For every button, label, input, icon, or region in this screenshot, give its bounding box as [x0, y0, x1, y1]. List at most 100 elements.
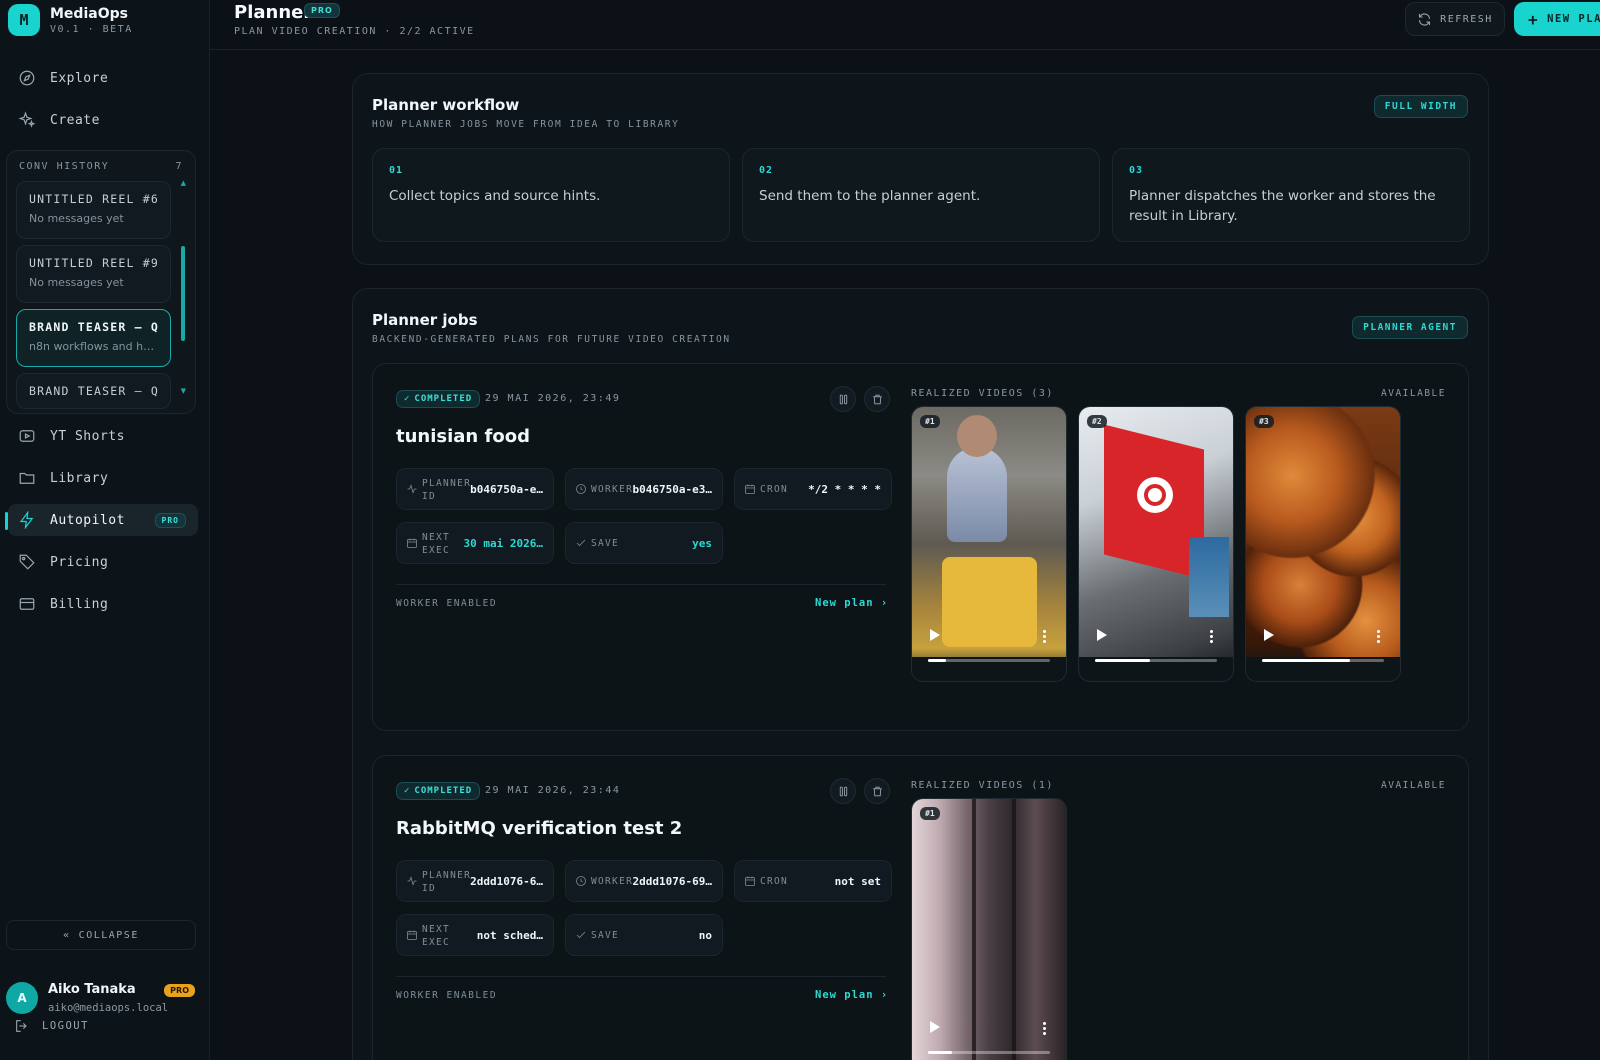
pause-button[interactable] — [830, 386, 856, 412]
brand[interactable]: M MediaOps V0.1 · BETA — [8, 4, 133, 36]
logout-button[interactable]: LOGOUT — [14, 1018, 89, 1034]
nav-billing[interactable]: Billing — [8, 588, 198, 620]
avatar: A — [6, 982, 38, 1014]
calendar-icon — [745, 484, 755, 494]
play-icon[interactable] — [1097, 629, 1107, 641]
divider — [396, 976, 886, 977]
trash-icon — [872, 394, 882, 404]
history-label: CONV HISTORY — [19, 161, 110, 172]
history-item-sub: No messages yet — [29, 276, 124, 289]
more-icon[interactable] — [1043, 1021, 1046, 1035]
video-index-badge: #3 — [1254, 415, 1274, 428]
new-plan-label: NEW PLA — [1547, 13, 1600, 25]
history-count: 7 — [175, 161, 183, 172]
job-card: ✓ COMPLETED 29 MAI 2026, 23:44 RabbitMQ v… — [372, 755, 1469, 1060]
planner-jobs-panel: Planner jobs BACKEND-GENERATED PLANS FOR… — [352, 288, 1489, 1060]
nav-autopilot[interactable]: Autopilot PRO — [5, 504, 198, 536]
history-item[interactable]: BRAND TEASER — Q2 — [16, 373, 171, 409]
step-text: Collect topics and source hints. — [389, 188, 601, 204]
step-text: Send them to the planner agent. — [759, 188, 981, 204]
nav-yt-shorts[interactable]: YT Shorts — [8, 420, 198, 452]
compass-icon — [19, 70, 35, 86]
video-thumbnail[interactable]: #2 — [1078, 406, 1234, 682]
nav-library-label: Library — [50, 470, 109, 486]
nav-pricing-label: Pricing — [50, 554, 109, 570]
field-value: not sched… — [476, 929, 543, 942]
history-item[interactable]: UNTITLED REEL #98 No messages yet — [16, 245, 171, 303]
workflow-subtitle: HOW PLANNER JOBS MOVE FROM IDEA TO LIBRA… — [372, 119, 680, 130]
refresh-label: REFRESH — [1440, 13, 1493, 25]
field-value: 30 mai 2026… — [463, 537, 543, 550]
video-progress[interactable] — [928, 659, 1050, 662]
planner-agent-tag[interactable]: PLANNER AGENT — [1352, 316, 1468, 339]
step-text: Planner dispatches the worker and stores… — [1129, 188, 1436, 224]
delete-button[interactable] — [864, 778, 890, 804]
clock-icon — [576, 876, 586, 886]
video-thumbnail[interactable]: #3 — [1245, 406, 1401, 682]
user-email: aiko@mediaops.local — [48, 1002, 169, 1014]
scroll-up-icon[interactable]: ▲ — [181, 179, 186, 187]
play-icon[interactable] — [930, 629, 940, 641]
workflow-step: 01 Collect topics and source hints. — [372, 148, 730, 242]
status-label: COMPLETED — [414, 394, 473, 404]
realized-videos-label: REALIZED VIDEOS (1) — [911, 780, 1054, 791]
nav-explore-label: Explore — [50, 70, 109, 86]
sparkles-icon — [18, 111, 36, 128]
history-item-sub: No messages yet — [29, 212, 124, 225]
pause-button[interactable] — [830, 778, 856, 804]
conversation-history: CONV HISTORY 7 ▲ UNTITLED REEL #64 No me… — [6, 150, 196, 414]
history-item-selected[interactable]: BRAND TEASER — Q2 n8n workflows and ho..… — [16, 309, 171, 367]
workflow-step: 03 Planner dispatches the worker and sto… — [1112, 148, 1470, 242]
history-item-title: BRAND TEASER — Q2 — [29, 384, 158, 398]
more-icon[interactable] — [1377, 629, 1380, 643]
credit-card-icon — [19, 598, 35, 610]
play-icon[interactable] — [930, 1021, 940, 1033]
check-icon: ✓ — [404, 786, 411, 796]
video-index-badge: #2 — [1087, 415, 1107, 428]
activity-icon — [407, 876, 417, 886]
folder-icon — [19, 472, 35, 484]
field-label: SAVE — [591, 538, 620, 549]
video-progress[interactable] — [928, 1051, 1050, 1054]
nav-create[interactable]: Create — [8, 104, 198, 136]
more-icon[interactable] — [1210, 629, 1213, 643]
nav-library[interactable]: Library — [8, 462, 198, 494]
video-progress[interactable] — [1095, 659, 1217, 662]
worker-status: WORKER ENABLED — [396, 598, 498, 609]
video-index-badge: #1 — [920, 415, 940, 428]
field-value: not set — [834, 875, 881, 888]
worker-id-field: WORKER 2ddd1076-69… — [565, 860, 723, 902]
video-thumbnail[interactable]: #1 — [911, 406, 1067, 682]
collapse-button[interactable]: « COLLAPSE — [6, 920, 196, 950]
new-plan-link[interactable]: New plan › — [815, 597, 888, 609]
more-icon[interactable] — [1043, 629, 1046, 643]
calendar-icon — [745, 876, 755, 886]
video-progress[interactable] — [1262, 659, 1384, 662]
delete-button[interactable] — [864, 386, 890, 412]
history-item-sub: n8n workflows and ho... — [29, 340, 158, 353]
new-plan-link[interactable]: New plan › — [815, 989, 888, 1001]
autopilot-pro-badge: PRO — [154, 512, 186, 528]
scroll-down-icon[interactable]: ▼ — [181, 387, 186, 395]
full-width-tag[interactable]: FULL WIDTH — [1373, 95, 1468, 118]
new-plan-button[interactable]: + NEW PLA — [1514, 2, 1600, 36]
job-title: tunisian food — [396, 426, 530, 447]
refresh-button[interactable]: REFRESH — [1405, 2, 1505, 36]
video-progress-fill — [928, 659, 947, 662]
pause-icon — [839, 786, 847, 796]
history-scrollbar[interactable] — [181, 246, 185, 341]
pause-icon — [839, 394, 847, 404]
play-icon[interactable] — [1264, 629, 1274, 641]
planner-workflow-panel: Planner workflow HOW PLANNER JOBS MOVE F… — [352, 73, 1489, 265]
calendar-icon — [407, 538, 417, 548]
user-card[interactable]: A Aiko Tanaka aiko@mediaops.local PRO — [6, 980, 201, 1020]
step-number: 01 — [389, 165, 404, 176]
history-item[interactable]: UNTITLED REEL #64 No messages yet — [16, 181, 171, 239]
clock-icon — [576, 484, 586, 494]
planner-id-field: PLANNER ID 2ddd1076-6… — [396, 860, 554, 902]
nav-pricing[interactable]: Pricing — [8, 546, 198, 578]
video-thumbnail[interactable]: #1 — [911, 798, 1067, 1060]
nav-explore[interactable]: Explore — [8, 62, 198, 94]
video-progress-fill — [1262, 659, 1350, 662]
next-exec-field: NEXT EXEC not sched… — [396, 914, 554, 956]
